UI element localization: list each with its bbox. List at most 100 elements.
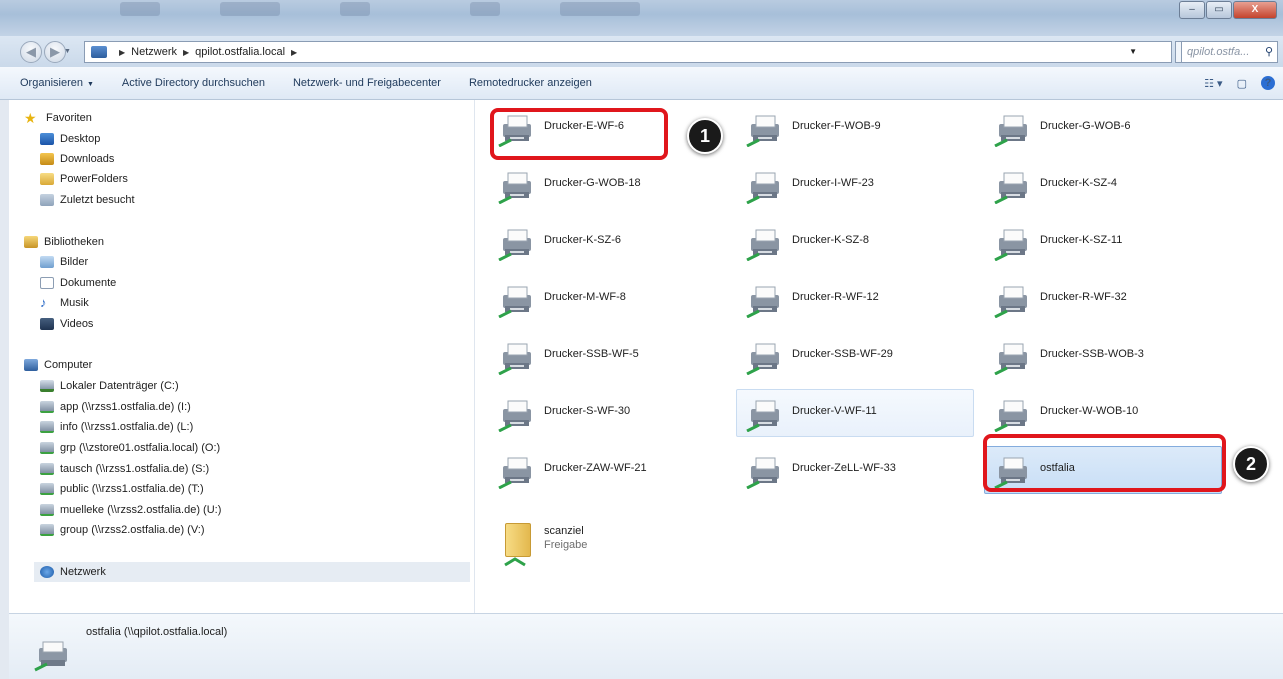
item-name: Drucker-V-WF-11 (792, 405, 877, 417)
nav-videos[interactable]: Videos (40, 318, 93, 330)
network-drive-icon (40, 442, 54, 454)
printer-item[interactable]: Drucker-M-WF-8 (488, 275, 726, 323)
printer-item[interactable]: Drucker-K-SZ-4 (984, 161, 1222, 209)
folder-item-scanziel[interactable]: scanziel Freigabe (488, 516, 726, 576)
printer-item[interactable]: Drucker-G-WOB-6 (984, 104, 1222, 152)
file-list[interactable]: Drucker-E-WF-6 Drucker-F-WOB-9 Drucker-G-W… (476, 100, 1283, 613)
printer-item[interactable]: Drucker-SSB-WF-29 (736, 332, 974, 380)
nav-label: Bilder (60, 256, 89, 268)
nav-label: PowerFolders (60, 173, 128, 185)
item-name: Drucker-M-WF-8 (544, 291, 626, 303)
nav-network[interactable]: Netzwerk (34, 562, 470, 582)
printer-icon (746, 400, 779, 432)
printer-icon (746, 172, 779, 204)
chevron-right-icon[interactable]: ▶ (291, 48, 297, 57)
printer-item[interactable]: Drucker-K-SZ-6 (488, 218, 726, 266)
organize-menu[interactable]: Organisieren ▼ (20, 77, 94, 89)
item-name: Drucker-I-WF-23 (792, 177, 874, 189)
search-icon[interactable]: ⚲ (1265, 42, 1273, 62)
network-drive-icon (40, 504, 54, 516)
nav-favorites[interactable]: ★ Favoriten (24, 111, 92, 125)
printer-item[interactable]: Drucker-R-WF-32 (984, 275, 1222, 323)
nav-music[interactable]: ♪ Musik (40, 295, 89, 310)
chevron-right-icon[interactable]: ▶ (119, 48, 125, 57)
printer-item[interactable]: Drucker-ZeLL-WF-33 (736, 446, 974, 494)
window-left-edge (0, 100, 9, 679)
nav-drive-i[interactable]: app (\\rzss1.ostfalia.de) (I:) (40, 401, 191, 413)
printer-icon (994, 229, 1027, 261)
printer-item[interactable]: Drucker-R-WF-12 (736, 275, 974, 323)
printer-item[interactable]: Drucker-V-WF-11 (736, 389, 974, 437)
nav-label: info (\\rzss1.ostfalia.de) (L:) (60, 421, 194, 433)
breadcrumb-network[interactable]: Netzwerk (131, 46, 177, 58)
maximize-button[interactable]: ▭ (1206, 1, 1232, 19)
nav-computer[interactable]: Computer (24, 359, 92, 371)
nav-powerfolders[interactable]: PowerFolders (40, 173, 128, 185)
close-button[interactable]: X (1233, 1, 1277, 19)
hard-drive-icon (40, 380, 54, 392)
folder-icon (40, 173, 54, 185)
recent-pages-dropdown-icon[interactable]: ▼ (64, 48, 71, 55)
desktop-icon (40, 133, 54, 145)
item-name: Drucker-F-WOB-9 (792, 120, 881, 132)
help-icon[interactable]: ? (1261, 76, 1275, 90)
printer-item[interactable]: Drucker-S-WF-30 (488, 389, 726, 437)
nav-label: Favoriten (46, 112, 92, 124)
nav-label: Dokumente (60, 277, 117, 289)
printer-icon (498, 172, 531, 204)
back-button[interactable]: ◀ (20, 41, 42, 63)
chevron-down-icon: ▼ (86, 81, 94, 88)
breadcrumb-server[interactable]: qpilot.ostfalia.local (195, 46, 285, 58)
nav-downloads[interactable]: Downloads (40, 153, 114, 165)
nav-label: Computer (44, 359, 93, 371)
music-icon: ♪ (40, 295, 47, 310)
address-row: ◀ ▶ ▼ ▶ Netzwerk ▶ qpilot.ostfalia.local… (0, 36, 1283, 67)
minimize-button[interactable]: – (1179, 1, 1205, 19)
address-bar[interactable]: ▶ Netzwerk ▶ qpilot.ostfalia.local ▶ ▼ (84, 41, 1172, 63)
network-drive-icon (40, 421, 54, 433)
printer-item[interactable]: Drucker-SSB-WOB-3 (984, 332, 1222, 380)
address-dropdown-icon[interactable]: ▼ (1129, 47, 1137, 56)
nav-drive-s[interactable]: tausch (\\rzss1.ostfalia.de) (S:) (40, 463, 209, 475)
printer-item[interactable]: Drucker-I-WF-23 (736, 161, 974, 209)
network-center-button[interactable]: Netzwerk- und Freigabecenter (293, 77, 441, 89)
search-input[interactable]: qpilot.ostfa... ⚲ (1181, 41, 1278, 63)
ad-search-button[interactable]: Active Directory durchsuchen (122, 77, 265, 89)
view-options-icon[interactable]: ☷ ▾ (1204, 77, 1222, 90)
nav-label: Musik (60, 297, 89, 309)
printer-item[interactable]: Drucker-K-SZ-11 (984, 218, 1222, 266)
nav-documents[interactable]: Dokumente (40, 277, 116, 289)
nav-drive-o[interactable]: grp (\\zstore01.ostfalia.local) (O:) (40, 442, 220, 454)
nav-drive-t[interactable]: public (\\rzss1.ostfalia.de) (T:) (40, 483, 204, 495)
printer-item[interactable]: Drucker-K-SZ-8 (736, 218, 974, 266)
nav-drive-c[interactable]: Lokaler Datenträger (C:) (40, 380, 179, 392)
nav-label: Desktop (60, 133, 101, 145)
remote-printers-button[interactable]: Remotedrucker anzeigen (469, 77, 592, 89)
nav-recent[interactable]: Zuletzt besucht (40, 194, 135, 206)
printer-item[interactable]: Drucker-F-WOB-9 (736, 104, 974, 152)
printer-icon (994, 400, 1027, 432)
preview-pane-icon[interactable]: ▢ (1237, 77, 1247, 90)
printer-item[interactable]: Drucker-ZAW-WF-21 (488, 446, 726, 494)
item-name: Drucker-R-WF-32 (1040, 291, 1127, 303)
nav-drive-v[interactable]: group (\\rzss2.ostfalia.de) (V:) (40, 524, 204, 536)
nav-pictures[interactable]: Bilder (40, 256, 88, 268)
item-name: Drucker-W-WOB-10 (1040, 405, 1139, 417)
chevron-right-icon[interactable]: ▶ (183, 48, 189, 57)
share-icon (504, 557, 526, 567)
nav-drive-l[interactable]: info (\\rzss1.ostfalia.de) (L:) (40, 421, 193, 433)
forward-button[interactable]: ▶ (44, 41, 66, 63)
printer-item[interactable]: Drucker-W-WOB-10 (984, 389, 1222, 437)
details-text: ostfalia (\\qpilot.ostfalia.local) (86, 626, 228, 638)
network-drive-icon (40, 463, 54, 475)
printer-item[interactable]: Drucker-SSB-WF-5 (488, 332, 726, 380)
printer-icon (498, 457, 531, 489)
library-icon (24, 236, 38, 248)
printer-icon (994, 172, 1027, 204)
nav-drive-u[interactable]: muelleke (\\rzss2.ostfalia.de) (U:) (40, 504, 221, 516)
callout-highlight-2 (983, 434, 1226, 492)
nav-desktop[interactable]: Desktop (40, 133, 100, 145)
printer-item[interactable]: Drucker-G-WOB-18 (488, 161, 726, 209)
nav-libraries[interactable]: Bibliotheken (24, 236, 104, 248)
printer-icon (746, 457, 779, 489)
